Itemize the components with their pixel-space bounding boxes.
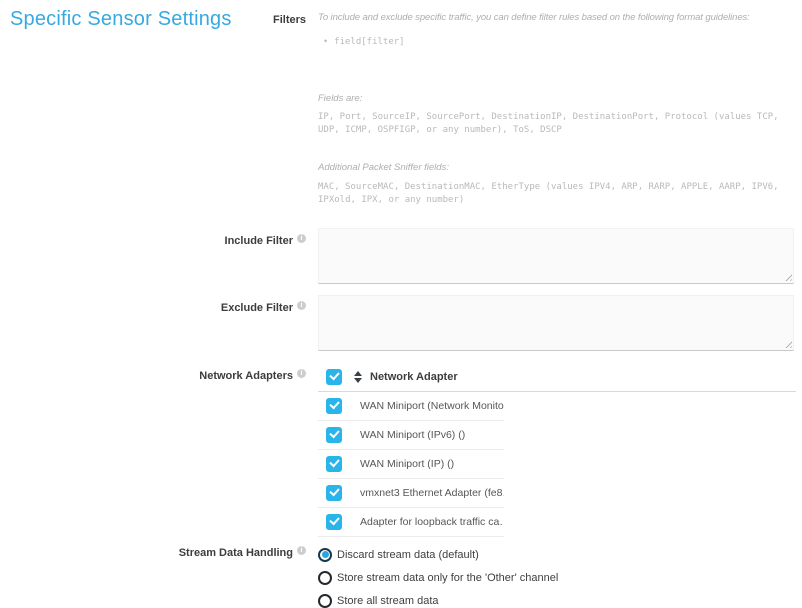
exclude-filter-row: Exclude Filter i (0, 295, 802, 351)
info-icon[interactable]: i (297, 301, 306, 310)
exclude-filter-label-text: Exclude Filter (221, 302, 293, 314)
stream-data-handling-label: Stream Data Handling i (0, 543, 306, 608)
stream-data-handling-row: Stream Data Handling i Discard stream dat… (0, 543, 802, 608)
info-icon[interactable]: i (297, 369, 306, 378)
adapter-name: WAN Miniport (IPv6) () (360, 429, 465, 441)
filters-intro-text: To include and exclude specific traffic,… (318, 12, 798, 23)
network-adapters-label-text: Network Adapters (199, 370, 293, 382)
stream-data-handling-label-text: Stream Data Handling (179, 547, 293, 559)
info-icon[interactable]: i (297, 234, 306, 243)
additional-fields-list: MAC, SourceMAC, DestinationMAC, EtherTyp… (318, 181, 798, 207)
specific-sensor-settings-page: Specific Sensor Settings Filters To incl… (0, 0, 802, 608)
table-row: vmxnet3 Ethernet Adapter (fe8… (318, 479, 504, 508)
include-filter-row: Include Filter i (0, 228, 802, 284)
radio-option-store-all[interactable]: Store all stream data (318, 589, 798, 608)
adapter-name: Adapter for loopback traffic ca… (360, 516, 504, 528)
radio-label: Store stream data only for the 'Other' c… (337, 572, 558, 584)
exclude-filter-label: Exclude Filter i (0, 295, 306, 351)
bullet-icon: • (324, 36, 327, 46)
include-filter-label-text: Include Filter (225, 235, 293, 247)
radio-option-discard[interactable]: Discard stream data (default) (318, 543, 798, 566)
include-filter-input[interactable] (318, 228, 794, 284)
select-all-checkbox[interactable] (326, 369, 342, 385)
info-icon[interactable]: i (297, 546, 306, 555)
adapter-name: WAN Miniport (IP) () (360, 458, 454, 470)
radio-icon[interactable] (318, 594, 332, 608)
fields-list: IP, Port, SourceIP, SourcePort, Destinat… (318, 111, 798, 137)
adapter-table-header: Network Adapter (318, 362, 796, 392)
adapter-name: vmxnet3 Ethernet Adapter (fe8… (360, 487, 504, 499)
filters-section: Filters To include and exclude specific … (0, 12, 802, 207)
table-row: WAN Miniport (IPv6) () (318, 421, 504, 450)
filter-format-bullet: • field[filter] (324, 36, 798, 49)
adapter-checkbox[interactable] (326, 427, 342, 443)
adapter-name: WAN Miniport (Network Monito… (360, 400, 504, 412)
network-adapters-row: Network Adapters i Network Adapter WAN Mi… (0, 362, 802, 537)
include-filter-label: Include Filter i (0, 228, 306, 284)
filters-label: Filters (0, 12, 306, 207)
table-row: WAN Miniport (IP) () (318, 450, 504, 479)
sort-icon[interactable] (354, 371, 362, 383)
filter-format-code: field[filter] (334, 37, 404, 47)
adapter-checkbox[interactable] (326, 398, 342, 414)
table-row: Adapter for loopback traffic ca… (318, 508, 504, 537)
table-row: WAN Miniport (Network Monito… (318, 392, 504, 421)
adapter-checkbox[interactable] (326, 456, 342, 472)
exclude-filter-input[interactable] (318, 295, 794, 351)
adapter-column-header[interactable]: Network Adapter (370, 371, 458, 383)
radio-label: Discard stream data (default) (337, 549, 479, 561)
network-adapters-label: Network Adapters i (0, 362, 306, 537)
radio-label: Store all stream data (337, 595, 439, 607)
radio-icon[interactable] (318, 571, 332, 585)
radio-option-store-other[interactable]: Store stream data only for the 'Other' c… (318, 566, 798, 589)
adapter-checkbox[interactable] (326, 485, 342, 501)
network-adapter-table: Network Adapter WAN Miniport (Network Mo… (318, 362, 796, 537)
additional-fields-label: Additional Packet Sniffer fields: (318, 162, 798, 173)
radio-selected-icon[interactable] (318, 548, 332, 562)
adapter-checkbox[interactable] (326, 514, 342, 530)
fields-are-label: Fields are: (318, 93, 798, 104)
